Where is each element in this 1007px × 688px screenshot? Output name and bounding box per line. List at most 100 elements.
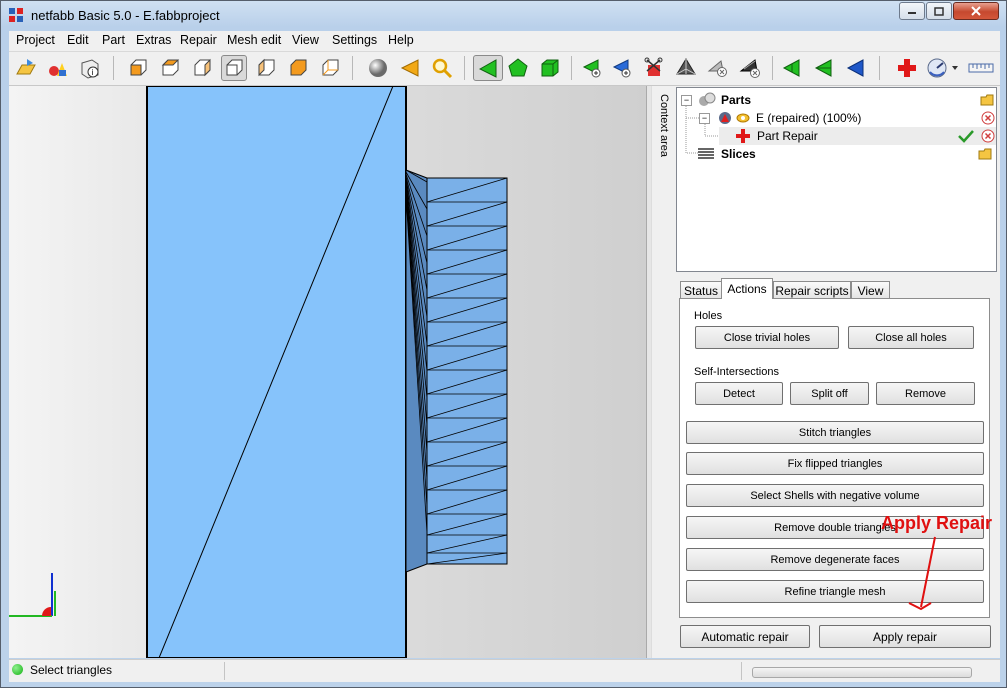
progress-bar	[752, 667, 972, 678]
close-button[interactable]	[953, 2, 999, 20]
menu-settings[interactable]: Settings	[330, 33, 379, 47]
view-bottom-button[interactable]	[285, 55, 311, 81]
main-toolbar: i	[9, 52, 1000, 86]
flip-blue-button[interactable]	[843, 55, 869, 81]
status-text: Select triangles	[30, 663, 113, 677]
axis-gizmo	[9, 573, 56, 617]
add-triangle-ext-button[interactable]	[609, 55, 635, 81]
stitch-triangles-button[interactable]: Stitch triangles	[686, 421, 984, 444]
folder-open-icon[interactable]	[980, 93, 996, 107]
remove-part-icon[interactable]	[981, 111, 995, 125]
menu-edit[interactable]: Edit	[65, 33, 91, 47]
select-arrow-button[interactable]	[397, 55, 423, 81]
add-triangle-button[interactable]	[579, 55, 605, 81]
netfabb-app-icon	[9, 8, 23, 22]
cancel-repair-icon[interactable]	[981, 129, 995, 143]
toolbar-separator	[464, 56, 465, 80]
eye-icon[interactable]	[736, 111, 750, 125]
maximize-button[interactable]	[926, 2, 952, 20]
menu-part[interactable]: Part	[100, 33, 127, 47]
view-perspective-icon	[322, 59, 339, 76]
open-project-button[interactable]	[13, 55, 39, 81]
view-top-button[interactable]	[253, 55, 279, 81]
repair-button[interactable]	[894, 55, 920, 81]
select-surface-icon	[508, 58, 528, 77]
toolbar-separator	[571, 56, 572, 80]
flip-right-button[interactable]	[811, 55, 837, 81]
tab-repair-scripts[interactable]: Repair scripts	[773, 281, 851, 299]
tree-parts-row[interactable]: − Parts	[681, 91, 996, 109]
tree-part-row[interactable]: − E (repaired) (100%)	[699, 109, 996, 127]
tree-part-name: E (repaired) (100%)	[756, 111, 862, 125]
minimize-icon	[908, 12, 916, 14]
select-shells-negative-volume-button[interactable]: Select Shells with negative volume	[686, 484, 984, 507]
select-surface-button[interactable]	[505, 55, 531, 81]
view-right-button[interactable]	[221, 55, 247, 81]
detect-button[interactable]: Detect	[695, 382, 783, 405]
shaded-view-button[interactable]	[365, 55, 391, 81]
status-divider	[741, 662, 742, 680]
tab-status[interactable]: Status	[680, 281, 722, 299]
collapse-toggle-icon[interactable]: −	[699, 112, 710, 124]
status-divider	[224, 662, 225, 680]
remove-triangle-button[interactable]	[705, 55, 731, 81]
repair-cross-icon	[736, 129, 750, 143]
select-triangle-button[interactable]	[473, 55, 503, 81]
close-trivial-holes-button[interactable]: Close trivial holes	[695, 326, 839, 349]
view-top-icon	[258, 58, 275, 77]
shaded-sphere-icon	[369, 59, 387, 77]
status-bar: Select triangles	[9, 659, 1000, 682]
add-part-button[interactable]	[45, 55, 71, 81]
tab-actions[interactable]: Actions	[721, 278, 773, 299]
minimize-button[interactable]	[899, 2, 925, 20]
cut-button[interactable]	[641, 55, 667, 81]
folder-open-icon[interactable]	[978, 147, 994, 161]
zoom-button[interactable]	[429, 55, 455, 81]
slices-icon	[698, 148, 714, 159]
flip-left-button[interactable]	[779, 55, 805, 81]
menu-help[interactable]: Help	[386, 33, 416, 47]
menu-extras[interactable]: Extras	[134, 33, 173, 47]
tetra-icon	[676, 58, 696, 75]
tetra-button[interactable]	[673, 55, 699, 81]
fix-flipped-triangles-button[interactable]: Fix flipped triangles	[686, 452, 984, 475]
apply-repair-button[interactable]: Apply repair	[819, 625, 991, 648]
view-left-icon	[194, 58, 211, 77]
toolbar-separator	[352, 56, 353, 80]
part-info-button[interactable]: i	[77, 55, 103, 81]
apply-check-icon[interactable]	[958, 129, 974, 143]
view-perspective-button[interactable]	[317, 55, 343, 81]
ruler-button[interactable]	[967, 55, 995, 81]
menu-view[interactable]: View	[290, 33, 321, 47]
triangle-mesh-part	[405, 169, 508, 573]
menu-repair[interactable]: Repair	[178, 33, 219, 47]
menu-project[interactable]: Project	[14, 33, 57, 47]
project-tree[interactable]: − Parts − E (repaired) (100%) Part Repai…	[676, 87, 997, 272]
part-info-icon: i	[81, 59, 99, 79]
title-bar[interactable]: netfabb Basic 5.0 - E.fabbproject	[1, 1, 1006, 30]
tab-view[interactable]: View	[851, 281, 890, 299]
flip-blue-icon	[846, 59, 864, 77]
flip-left-icon	[782, 59, 800, 77]
select-triangle-icon	[478, 59, 497, 78]
close-all-holes-button[interactable]: Close all holes	[848, 326, 974, 349]
gauge-button[interactable]	[925, 55, 961, 81]
collapse-toggle-icon[interactable]: −	[681, 94, 692, 106]
view-front-icon	[130, 59, 147, 76]
select-shell-button[interactable]	[537, 55, 563, 81]
menu-mesh-edit[interactable]: Mesh edit	[225, 33, 283, 47]
view-back-icon	[161, 59, 180, 76]
select-arrow-icon	[400, 59, 419, 77]
view-front-button[interactable]	[125, 55, 151, 81]
remove-intersections-button[interactable]: Remove	[876, 382, 975, 405]
tree-slices-label: Slices	[721, 147, 756, 161]
tree-part-repair-row[interactable]: Part Repair	[719, 127, 996, 145]
remove-triangle-icon	[707, 60, 727, 77]
split-off-button[interactable]: Split off	[790, 382, 869, 405]
remove-triangle-ext-button[interactable]	[737, 55, 763, 81]
3d-viewport[interactable]	[9, 86, 646, 658]
tree-slices-row[interactable]: Slices	[697, 145, 996, 163]
view-back-button[interactable]	[157, 55, 183, 81]
automatic-repair-button[interactable]: Automatic repair	[680, 625, 810, 648]
view-left-button[interactable]	[189, 55, 215, 81]
